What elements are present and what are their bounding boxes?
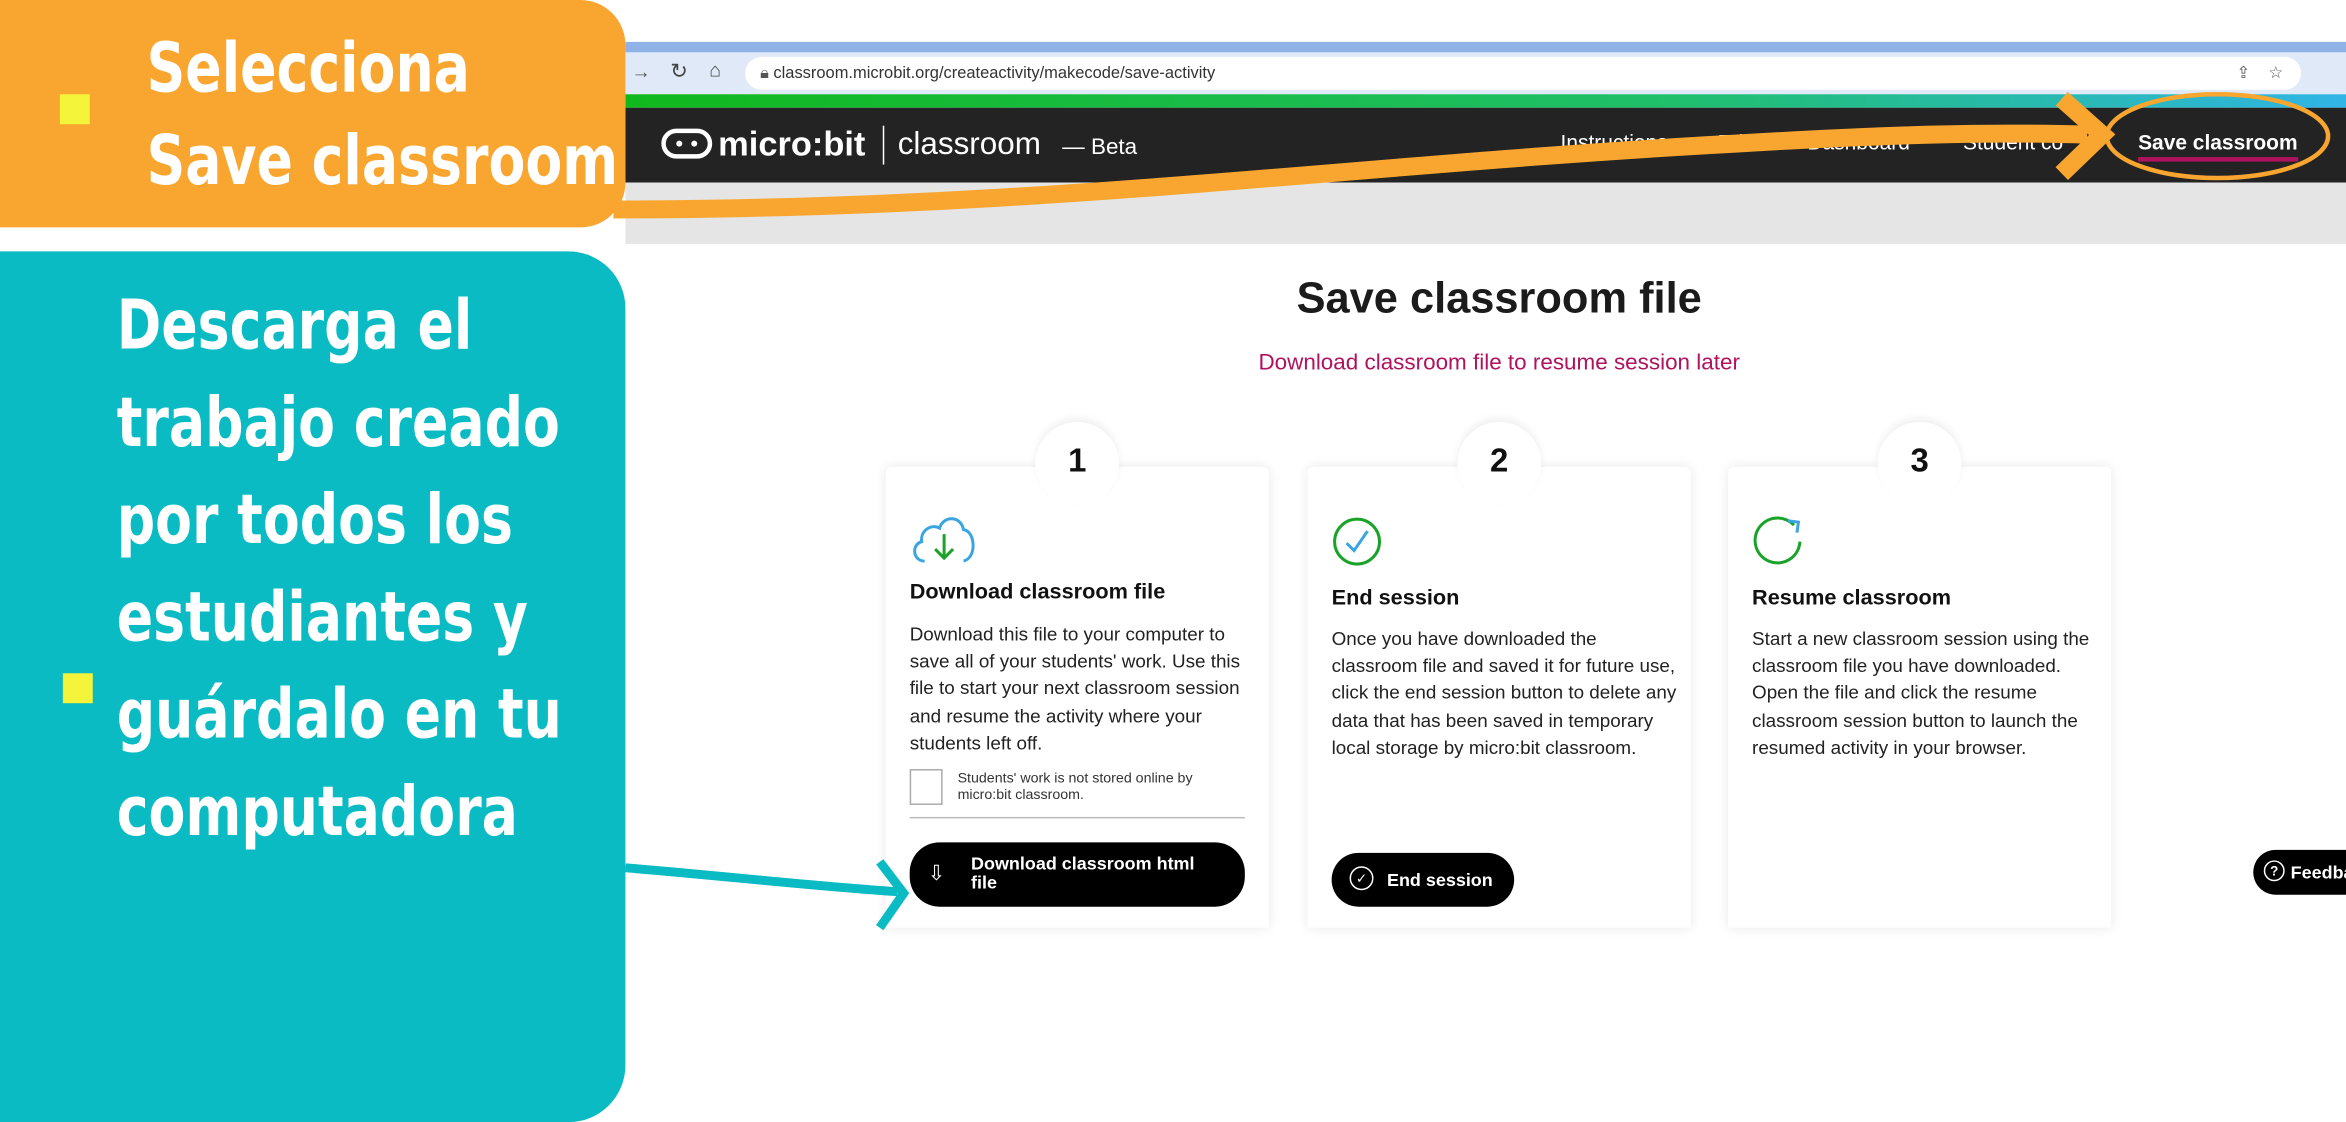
callout-line: estudiantes y [116, 576, 528, 657]
orange-arrow [613, 124, 2088, 219]
highlight-ellipse [2104, 92, 2331, 181]
callout-download-work: Descarga el trabajo creado por todos los… [0, 251, 626, 1122]
callout-line: guárdalo en tu [116, 673, 562, 755]
bullet-icon [62, 673, 93, 704]
bullet-icon [59, 94, 90, 125]
callout-line: Descarga el [116, 284, 473, 366]
callout-line: computadora [116, 770, 518, 852]
callout-line: Selecciona [146, 26, 470, 108]
callout-select-save: Selecciona Save classroom [0, 0, 626, 228]
callout-line: Save classroom [146, 119, 619, 201]
callout-line: trabajo creado [116, 381, 560, 463]
teal-arrow [625, 863, 899, 897]
callout-line: por todos los [116, 478, 513, 560]
